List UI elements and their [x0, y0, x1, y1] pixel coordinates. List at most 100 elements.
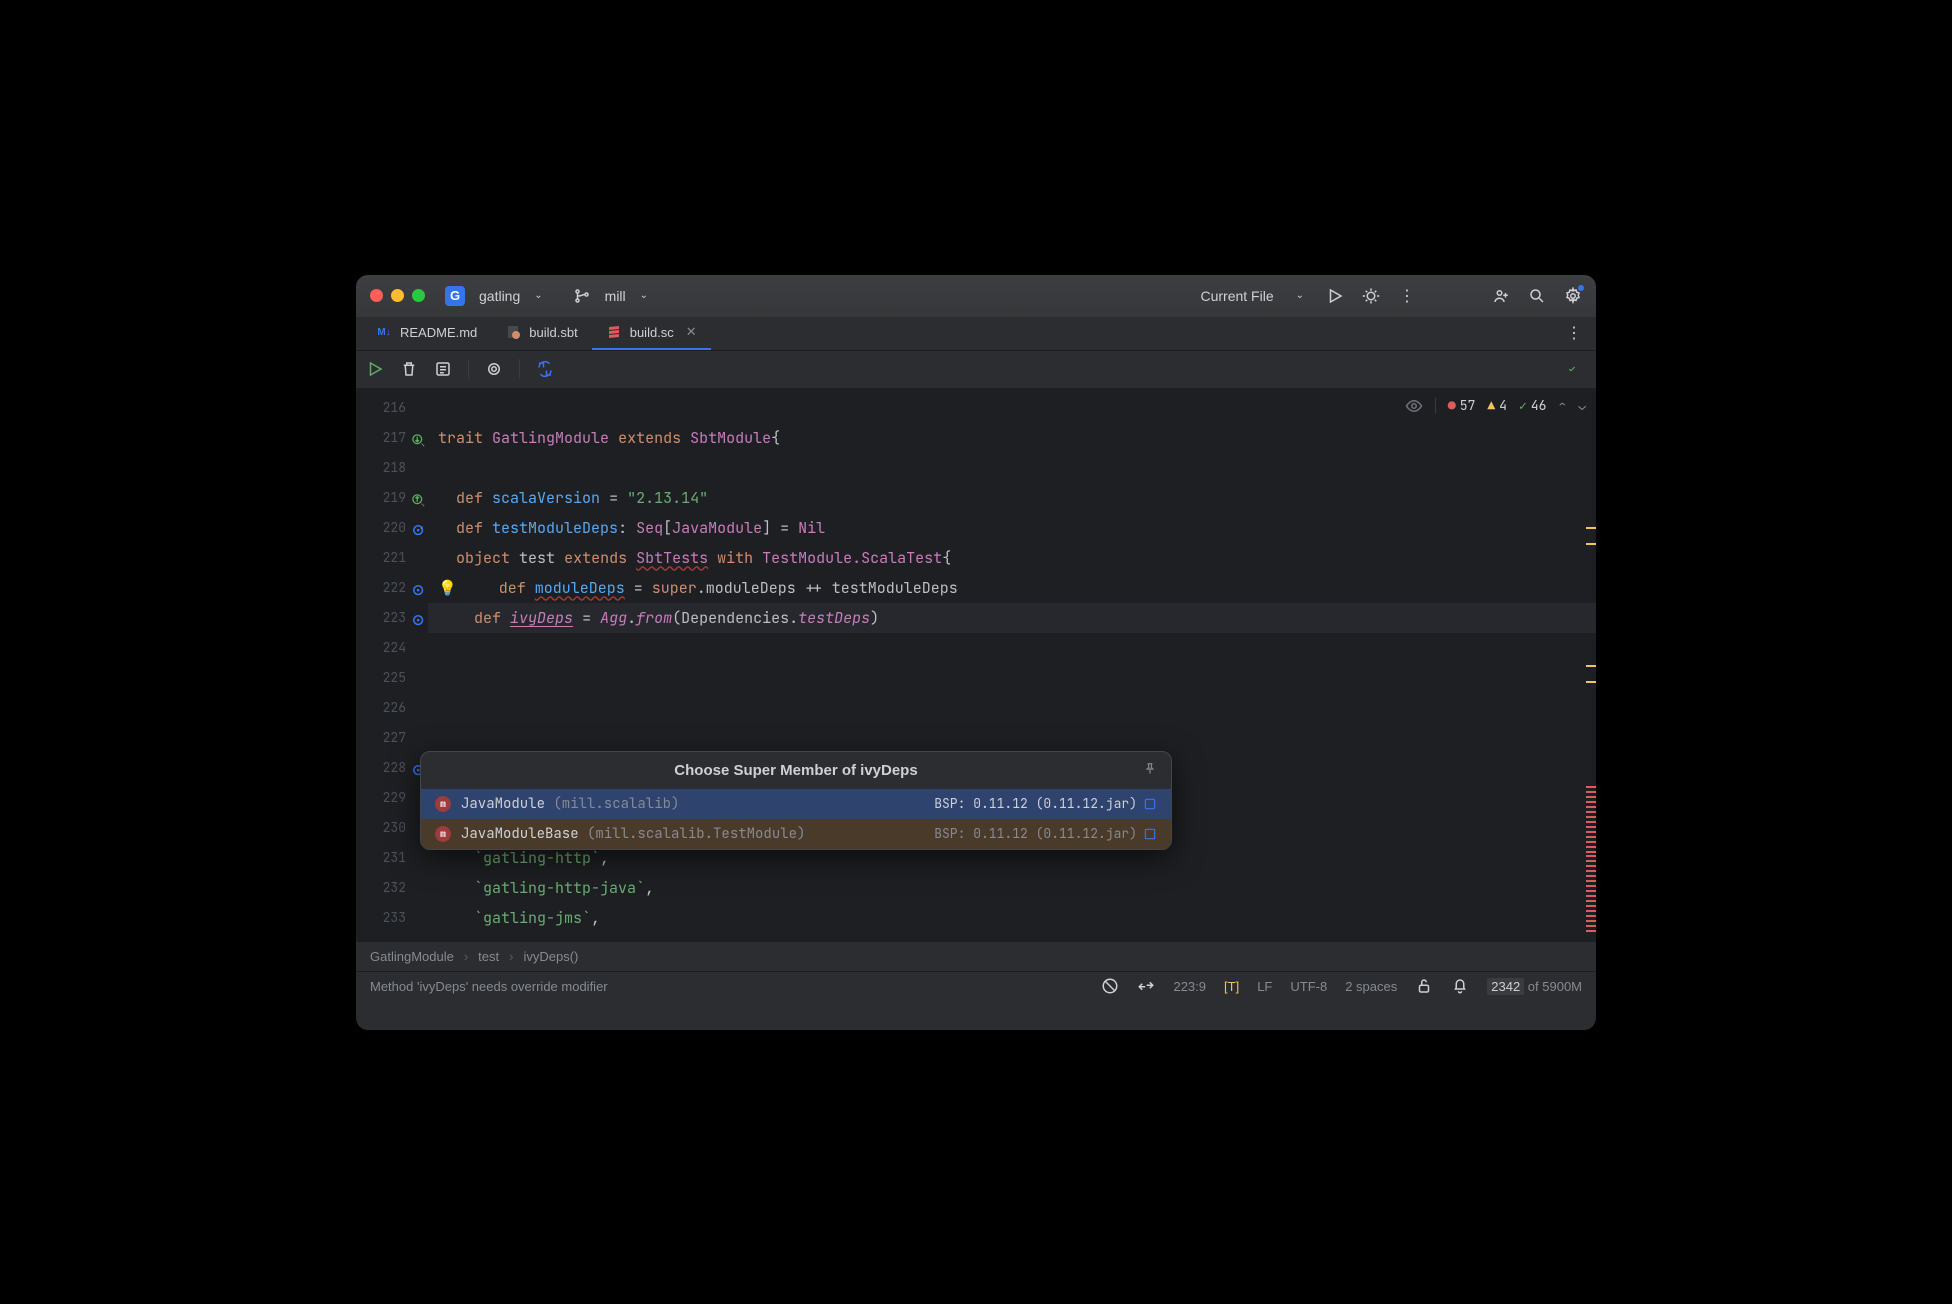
- sync-icon[interactable]: [536, 360, 554, 378]
- tab-build-sbt[interactable]: build.sbt: [491, 317, 591, 350]
- intention-bulb-icon[interactable]: 💡: [438, 578, 457, 598]
- code-line[interactable]: 💡 def moduleDeps = super.moduleDeps ++ t…: [428, 573, 1596, 603]
- stripe-mark[interactable]: [1586, 930, 1596, 932]
- stripe-mark[interactable]: [1586, 890, 1596, 892]
- stripe-mark[interactable]: [1586, 821, 1596, 823]
- stripe-mark[interactable]: [1586, 875, 1596, 877]
- code-line[interactable]: [428, 693, 1596, 723]
- popup-item[interactable]: m JavaModuleBase (mill.scalalib.TestModu…: [421, 819, 1171, 849]
- code-line[interactable]: [428, 723, 1596, 753]
- stripe-mark[interactable]: [1586, 910, 1596, 912]
- chevron-down-icon[interactable]: ⌄: [534, 290, 542, 301]
- search-icon[interactable]: [1528, 287, 1546, 305]
- breadcrumb-item[interactable]: test: [478, 949, 499, 964]
- stripe-mark[interactable]: [1586, 831, 1596, 833]
- tab-build-sc[interactable]: build.sc ✕: [592, 317, 711, 350]
- chevron-down-icon[interactable]: ⌄: [640, 290, 648, 301]
- branch-name[interactable]: mill: [605, 288, 626, 304]
- run-file-icon[interactable]: [366, 360, 384, 378]
- build-settings-icon[interactable]: [485, 360, 503, 378]
- project-name[interactable]: gatling: [479, 288, 520, 304]
- run-icon[interactable]: [1326, 287, 1344, 305]
- code-area[interactable]: ●57 ▲4 ✓46 ⌃ ⌄ trait GatlingModule exten…: [428, 389, 1596, 941]
- stripe-mark[interactable]: [1586, 841, 1596, 843]
- breadcrumb-item[interactable]: GatlingModule: [370, 949, 454, 964]
- stripe-mark[interactable]: [1586, 796, 1596, 798]
- gutter-mark-icon[interactable]: [410, 429, 426, 445]
- stripe-mark[interactable]: [1586, 527, 1596, 529]
- stripe-mark[interactable]: [1586, 915, 1596, 917]
- settings-icon[interactable]: [1564, 287, 1582, 305]
- stripe-mark[interactable]: [1586, 900, 1596, 902]
- stripe-mark[interactable]: [1586, 870, 1596, 872]
- code-line[interactable]: def scalaVersion = "2.13.14": [428, 483, 1596, 513]
- stripe-mark[interactable]: [1586, 846, 1596, 848]
- code-line[interactable]: [428, 633, 1596, 663]
- stripe-mark[interactable]: [1586, 880, 1596, 882]
- editor[interactable]: 2162172182192202212222232242252262272282…: [356, 389, 1596, 941]
- stripe-mark[interactable]: [1586, 905, 1596, 907]
- line-separator[interactable]: LF: [1257, 979, 1272, 994]
- inspection-widget[interactable]: ●57 ▲4 ✓46 ⌃ ⌄: [1405, 397, 1586, 415]
- memory-indicator[interactable]: 2342 of 5900M: [1487, 979, 1582, 994]
- tab-indicator[interactable]: [T]: [1224, 979, 1239, 994]
- stripe-mark[interactable]: [1586, 816, 1596, 818]
- gutter-mark-icon[interactable]: [410, 609, 426, 625]
- maximize-window-button[interactable]: [412, 289, 425, 302]
- code-with-me-icon[interactable]: [1492, 287, 1510, 305]
- notifications-icon[interactable]: [1451, 977, 1469, 995]
- minimize-window-button[interactable]: [391, 289, 404, 302]
- error-stripe[interactable]: [1584, 389, 1596, 941]
- code-line[interactable]: [428, 453, 1596, 483]
- code-line[interactable]: trait GatlingModule extends SbtModule{: [428, 423, 1596, 453]
- caret-position[interactable]: 223:9: [1173, 979, 1206, 994]
- stripe-mark[interactable]: [1586, 543, 1596, 545]
- no-ai-icon[interactable]: [1101, 977, 1119, 995]
- code-line[interactable]: def testModuleDeps: Seq[JavaModule] = Ni…: [428, 513, 1596, 543]
- analysis-ok-icon[interactable]: [1568, 360, 1586, 378]
- stripe-mark[interactable]: [1586, 681, 1596, 683]
- stripe-mark[interactable]: [1586, 791, 1596, 793]
- stripe-mark[interactable]: [1586, 895, 1596, 897]
- stripe-mark[interactable]: [1586, 920, 1596, 922]
- code-line[interactable]: `gatling-http-java`,: [428, 873, 1596, 903]
- stripe-mark[interactable]: [1586, 801, 1596, 803]
- stripe-mark[interactable]: [1586, 826, 1596, 828]
- breadcrumb[interactable]: GatlingModule › test › ivyDeps(): [356, 941, 1596, 971]
- close-window-button[interactable]: [370, 289, 383, 302]
- delete-icon[interactable]: [400, 360, 418, 378]
- structure-icon[interactable]: [434, 360, 452, 378]
- reader-mode-icon[interactable]: [1405, 397, 1423, 415]
- chevron-down-icon[interactable]: ⌄: [1296, 290, 1304, 301]
- run-config-selector[interactable]: Current File: [1200, 288, 1273, 304]
- stripe-mark[interactable]: [1586, 811, 1596, 813]
- close-tab-icon[interactable]: ✕: [686, 324, 697, 340]
- stripe-mark[interactable]: [1586, 925, 1596, 927]
- indent[interactable]: 2 spaces: [1345, 979, 1397, 994]
- more-icon[interactable]: ⋮: [1398, 287, 1416, 305]
- stripe-mark[interactable]: [1586, 836, 1596, 838]
- pin-icon[interactable]: [1143, 762, 1157, 780]
- vcs-branch-icon[interactable]: [573, 287, 591, 305]
- git-sync-icon[interactable]: [1137, 977, 1155, 995]
- stripe-mark[interactable]: [1586, 865, 1596, 867]
- breadcrumb-item[interactable]: ivyDeps(): [523, 949, 578, 964]
- stripe-mark[interactable]: [1586, 665, 1596, 667]
- stripe-mark[interactable]: [1586, 786, 1596, 788]
- stripe-mark[interactable]: [1586, 806, 1596, 808]
- code-line[interactable]: object test extends SbtTests with TestMo…: [428, 543, 1596, 573]
- stripe-mark[interactable]: [1586, 885, 1596, 887]
- gutter-mark-icon[interactable]: [410, 579, 426, 595]
- tab-readme[interactable]: M↓ README.md: [362, 317, 491, 350]
- stripe-mark[interactable]: [1586, 860, 1596, 862]
- code-line[interactable]: [428, 663, 1596, 693]
- stripe-mark[interactable]: [1586, 851, 1596, 853]
- chevron-up-icon[interactable]: ⌃: [1558, 397, 1566, 414]
- debug-icon[interactable]: [1362, 287, 1380, 305]
- gutter-mark-icon[interactable]: [410, 489, 426, 505]
- code-line[interactable]: def ivyDeps = Agg.from(Dependencies.test…: [428, 603, 1596, 633]
- code-line[interactable]: `gatling-jms`,: [428, 903, 1596, 933]
- encoding[interactable]: UTF-8: [1290, 979, 1327, 994]
- tabs-overflow-icon[interactable]: ⋮: [1552, 317, 1596, 350]
- popup-item[interactable]: m JavaModule (mill.scalalib) BSP: 0.11.1…: [421, 789, 1171, 819]
